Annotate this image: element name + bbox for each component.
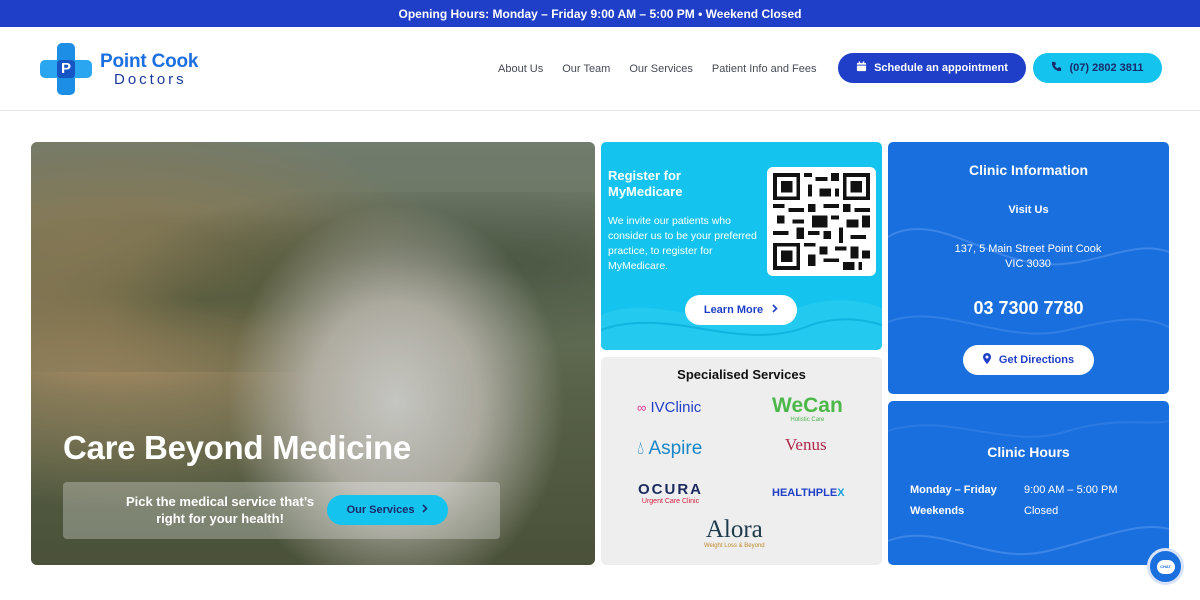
visit-us-label: Visit Us [1008, 204, 1049, 216]
chevron-right-icon [422, 504, 429, 516]
clinic-phone[interactable]: 03 7300 7780 [888, 298, 1169, 319]
nav-our-services[interactable]: Our Services [629, 63, 693, 75]
mymedicare-title: Register for MyMedicare [608, 168, 683, 199]
hero-title: Care Beyond Medicine [63, 429, 411, 466]
clinic-hours-card: Clinic Hours Monday – Friday 9:00 AM – 5… [888, 401, 1169, 565]
hours-day: Weekends [910, 505, 965, 517]
hours-row: Monday – Friday 9:00 AM – 5:00 PM [910, 484, 1150, 496]
mymedicare-body: We invite our patients who consider us t… [608, 215, 757, 272]
clinic-information-card: Clinic Information Visit Us 137, 5 Main … [888, 142, 1169, 394]
main-nav: About Us Our Team Our Services Patient I… [498, 27, 836, 111]
phone-button[interactable]: (07) 2802 3811 [1033, 53, 1162, 83]
our-services-label: Our Services [346, 504, 415, 516]
hours-time: 9:00 AM – 5:00 PM [1024, 484, 1118, 496]
hours-time: Closed [1024, 505, 1059, 517]
clinic-hours-title: Clinic Hours [987, 444, 1070, 460]
map-pin-icon [982, 353, 991, 367]
calendar-icon [856, 61, 867, 75]
hero-pick-text: Pick the medical service that’s right fo… [125, 494, 315, 526]
specialised-services-card: Specialised Services ∞ IVClinic WeCan Ho… [601, 357, 882, 565]
schedule-label: Schedule an appointment [874, 62, 1008, 74]
get-directions-button[interactable]: Get Directions [963, 345, 1094, 375]
ocura-logo[interactable]: OCURA Urgent Care Clinic [638, 482, 703, 505]
learn-more-button[interactable]: Learn More [685, 295, 797, 325]
aspire-drop-icon: 💧︎ [637, 438, 645, 458]
hours-day: Monday – Friday [910, 484, 997, 496]
opening-hours-text: Opening Hours: Monday – Friday 9:00 AM –… [398, 6, 802, 21]
phone-icon [1051, 61, 1062, 75]
specialised-services-title: Specialised Services [677, 367, 806, 382]
learn-more-label: Learn More [703, 304, 764, 316]
chevron-right-icon [772, 304, 778, 316]
clinic-address: 137, 5 Main Street Point Cook VIC 3030 [954, 243, 1102, 270]
qr-code [767, 167, 876, 276]
wave-decoration [888, 420, 1169, 556]
get-directions-label: Get Directions [998, 354, 1075, 366]
venus-logo[interactable]: Venus [785, 436, 827, 453]
nav-our-team[interactable]: Our Team [562, 63, 610, 75]
aspire-logo[interactable]: 💧︎ Aspire [637, 439, 702, 458]
nav-about-us[interactable]: About Us [498, 63, 543, 75]
site-header: P Point Cook Doctors About Us Our Team O… [0, 27, 1200, 111]
chat-widget-button[interactable]: CHAT [1147, 548, 1184, 585]
schedule-appointment-button[interactable]: Schedule an appointment [838, 53, 1026, 83]
clinic-information-title: Clinic Information [969, 162, 1088, 178]
hours-row: Weekends Closed [910, 505, 1150, 517]
ivclinic-logo[interactable]: ∞ IVClinic [637, 400, 701, 415]
phone-label: (07) 2802 3811 [1069, 62, 1144, 74]
mymedicare-card: Register for MyMedicare We invite our pa… [601, 142, 882, 350]
hero-service-picker: Pick the medical service that’s right fo… [63, 482, 500, 539]
healthplex-logo[interactable]: HEALTHPLEX [772, 488, 845, 499]
logo-line-1: Point Cook [100, 50, 199, 72]
nav-patient-info[interactable]: Patient Info and Fees [712, 63, 817, 75]
chat-bubble-icon: CHAT [1156, 559, 1175, 574]
opening-hours-bar: Opening Hours: Monday – Friday 9:00 AM –… [0, 0, 1200, 27]
ivclinic-mark-icon: ∞ [637, 400, 647, 415]
alora-logo[interactable]: Alora Weight Loss & Beyond [704, 517, 765, 549]
wecan-logo[interactable]: WeCan Holistic Care [772, 395, 843, 423]
site-logo[interactable]: P Point Cook Doctors [40, 43, 198, 95]
hero-banner: Care Beyond Medicine Pick the medical se… [31, 142, 595, 565]
cross-logo-icon: P [40, 43, 92, 95]
our-services-button[interactable]: Our Services [327, 495, 448, 525]
logo-line-2: Doctors [114, 70, 187, 88]
